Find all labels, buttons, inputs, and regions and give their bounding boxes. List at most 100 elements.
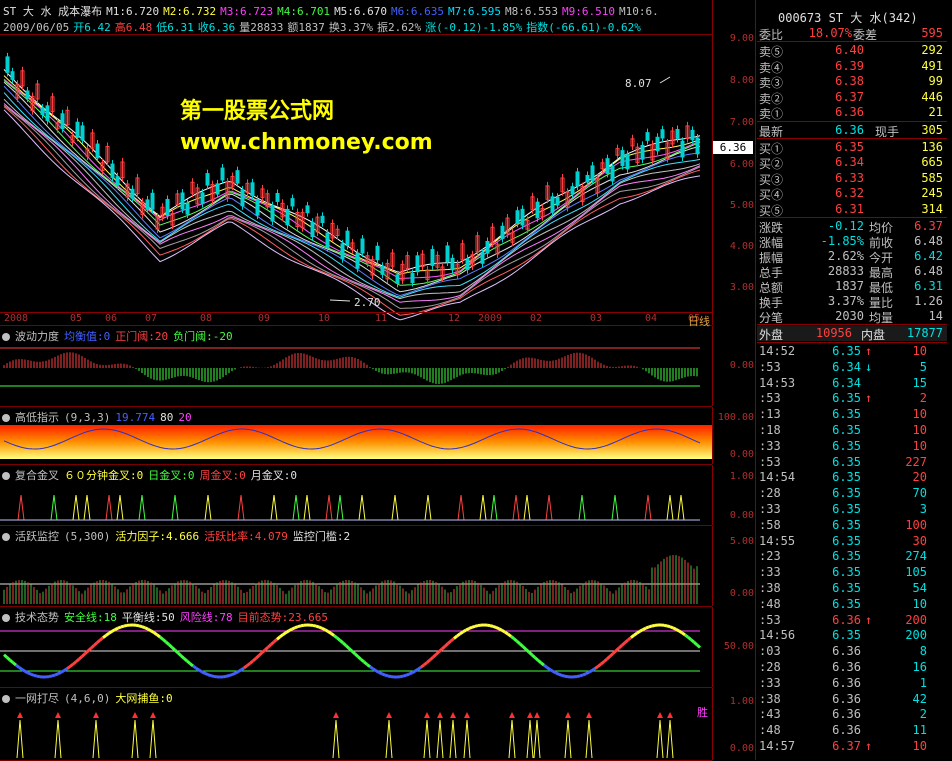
tick-price: 6.35: [821, 502, 861, 516]
indicator-panel-highlow[interactable]: 高低指示(9,3,3)19.7748020: [0, 407, 712, 465]
header-item: 收6.36: [198, 21, 236, 34]
quote-label: 卖③: [759, 74, 783, 91]
inner-volume: 17877: [907, 326, 943, 340]
header-item: 2009/06/05: [3, 21, 69, 34]
panel-menu-icon[interactable]: [2, 333, 10, 341]
quote-label: 卖①: [759, 105, 783, 122]
net-spike: [17, 720, 23, 758]
candle-body: [216, 184, 219, 194]
candle-body: [131, 189, 134, 198]
candle-body: [306, 206, 309, 213]
trend-line: [457, 634, 460, 636]
tick-time: :33: [759, 439, 781, 453]
tick-time: 14:54: [759, 470, 795, 484]
indicator-param: 均衡值:0: [64, 330, 110, 343]
trend-line: [346, 646, 349, 649]
tick-price: 6.35: [821, 581, 861, 595]
indicator-tick: 0.00: [730, 360, 754, 371]
header-item: 换3.37%: [329, 21, 373, 34]
trend-line: [181, 656, 184, 659]
trend-line: [256, 656, 259, 659]
candle-body: [486, 242, 489, 254]
trend-line: [640, 630, 643, 632]
buy-arrow-icon: [333, 712, 339, 718]
net-spike: [450, 720, 456, 758]
trend-line: [16, 665, 19, 667]
trend-line: [541, 663, 544, 665]
cross-spike: [612, 495, 618, 520]
indicator-panel-active[interactable]: 活跃监控(5,300)活力因子:4.666活跃比率:4.079监控门槛:2: [0, 526, 712, 607]
tick-time: :48: [759, 723, 781, 737]
candle-body: [356, 253, 359, 268]
trend-line: [205, 673, 208, 674]
trend-line: [301, 625, 304, 626]
indicator-param[interactable]: 一网打尽: [2, 692, 59, 705]
cross-spike: [667, 495, 673, 520]
indicator-panel-trend[interactable]: 技术态势安全线:18平衡线:50风险线:78目前态势:23.665: [0, 607, 712, 688]
date-label: 06: [105, 313, 117, 324]
header-item: 开6.42: [73, 21, 111, 34]
candle-body: [396, 275, 399, 284]
tick-price: 6.36: [821, 676, 861, 690]
indicator-param[interactable]: 复合金叉: [2, 469, 59, 482]
cross-spike: [326, 495, 332, 520]
indicator-panel-cross[interactable]: 复合金叉６０分钟金叉:0日金叉:0周金叉:0月金叉:0: [0, 465, 712, 526]
tick-time: 14:56: [759, 628, 795, 642]
tick-time: :18: [759, 423, 781, 437]
tick-time: :53: [759, 455, 781, 469]
indicator-tick: 1.00: [730, 471, 754, 482]
indicator-tick: 0.00: [730, 743, 754, 754]
outer-volume: 10956: [797, 326, 852, 340]
trend-line: [652, 625, 655, 626]
buy-arrow-icon: [93, 712, 99, 718]
indicator-param: 负门阈:-20: [173, 330, 233, 343]
header-item: 振2.62%: [377, 21, 421, 34]
header-item: 成本瀑布: [58, 5, 102, 18]
trend-line: [676, 629, 679, 631]
trend-line: [532, 655, 535, 658]
trend-line: [631, 635, 634, 637]
indicator-panel-net[interactable]: 一网打尽(4,6,0)大网捕鱼:0: [0, 688, 712, 761]
indicator-tick: 0.00: [730, 449, 754, 460]
candle-body: [661, 130, 664, 138]
price-chart-canvas[interactable]: [0, 35, 712, 325]
quote-label: 买⑤: [759, 202, 783, 219]
main-chart[interactable]: 第一股票公式网 www.chnmoney.com 8.07 2.70 20080…: [0, 35, 712, 326]
candle-body: [291, 199, 294, 206]
panel-menu-icon[interactable]: [2, 614, 10, 622]
trend-line: [505, 632, 508, 634]
candle-body: [96, 144, 99, 158]
panel-menu-icon[interactable]: [2, 414, 10, 422]
candle-body: [376, 246, 379, 260]
tick-time: :53: [759, 391, 781, 405]
trend-line: [562, 675, 565, 676]
trend-line: [448, 641, 451, 644]
trend-line: [598, 664, 601, 666]
outer-inner-row: 外盘10956内盘17877: [757, 326, 947, 341]
candle-body: [451, 258, 454, 269]
net-spike: [509, 720, 515, 758]
trend-line: [232, 673, 235, 674]
panel-menu-icon[interactable]: [2, 533, 10, 541]
indicator-param: 安全线:18: [64, 611, 117, 624]
candle-body: [311, 222, 314, 236]
indicator-panel-wave[interactable]: 波动力度均衡值:0正门阈:20负门阈:-20: [0, 326, 712, 407]
indicator-param[interactable]: 活跃监控: [2, 530, 59, 543]
trend-line: [136, 625, 139, 626]
panel-menu-icon[interactable]: [2, 472, 10, 480]
quote-label: 外盘: [759, 326, 783, 343]
indicator-param: (9,3,3): [64, 411, 110, 424]
trend-line: [679, 631, 682, 633]
header-item: M7:6.595: [448, 5, 501, 18]
tick-volume: 2: [887, 707, 927, 721]
indicator-param[interactable]: 高低指示: [2, 411, 59, 424]
candle-body: [416, 256, 419, 272]
indicator-param[interactable]: 技术态势: [2, 611, 59, 624]
candle-body: [11, 72, 14, 80]
panel-menu-icon[interactable]: [2, 695, 10, 703]
trend-line: [664, 625, 667, 626]
indicator-param[interactable]: 波动力度: [2, 330, 59, 343]
price-tick: 8.00: [730, 75, 754, 86]
candle-body: [221, 168, 224, 180]
trend-line: [415, 669, 418, 671]
